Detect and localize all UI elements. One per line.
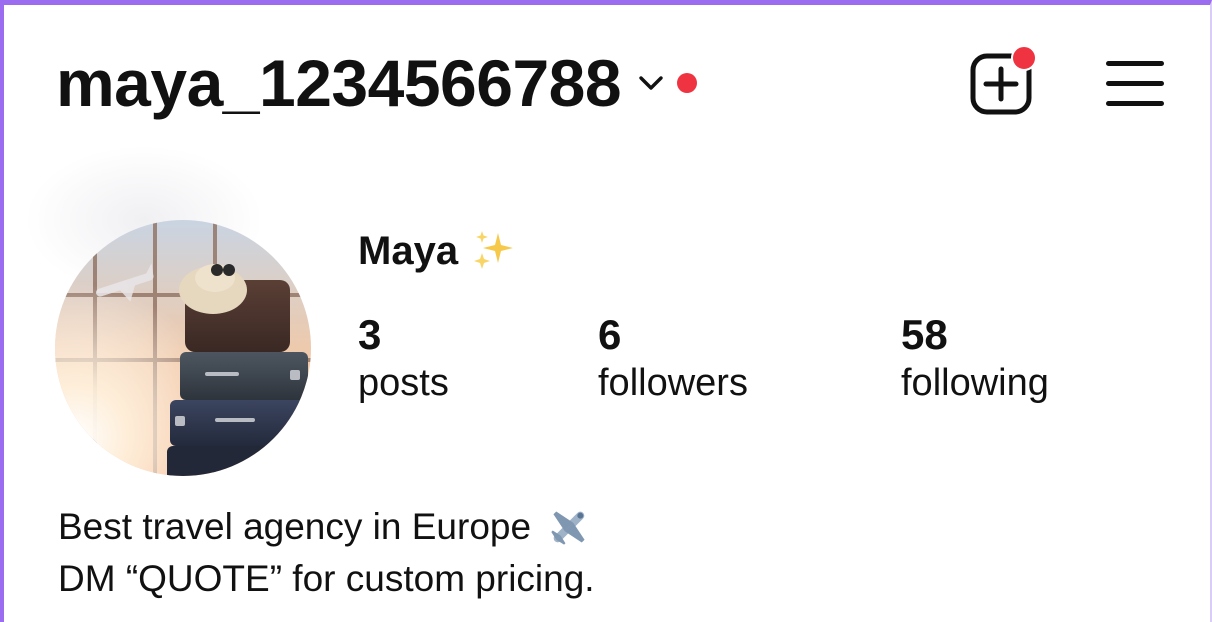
notification-dot [1011,45,1037,71]
avatar[interactable] [55,220,311,476]
stat-followers[interactable]: 6 followers [598,311,748,409]
followers-label: followers [598,362,748,405]
following-count: 58 [901,311,948,358]
following-label: following [901,362,1049,405]
bio-text-2: DM “QUOTE” for custom pricing. [58,558,595,599]
account-switcher[interactable]: maya_1234566788 [56,43,698,123]
bio-line-2: DM “QUOTE” for custom pricing. [58,553,595,605]
menu-button[interactable] [1106,57,1166,111]
unread-indicator-dot [677,73,698,93]
chevron-down-icon[interactable] [637,73,665,93]
avatar-photo [55,220,311,476]
posts-label: posts [358,362,449,405]
display-name: Maya [358,228,459,273]
bio: Best travel agency in Europe DM “QUOTE” … [58,501,595,605]
stat-following[interactable]: 58 following [901,311,1049,409]
posts-count: 3 [358,311,382,358]
create-post-button[interactable] [969,45,1037,116]
display-name-row: Maya [358,227,518,275]
bio-line-1: Best travel agency in Europe [58,501,595,553]
sparkles-icon [474,231,514,269]
airplane-icon [551,511,585,545]
followers-count: 6 [598,311,622,358]
profile-screen: maya_1234566788 Maya 3 posts 6 followers… [0,0,1212,622]
hamburger-menu-icon [1106,61,1164,66]
username[interactable]: maya_1234566788 [56,50,622,116]
stat-posts[interactable]: 3 posts [358,311,449,409]
bio-text-1: Best travel agency in Europe [58,506,532,547]
